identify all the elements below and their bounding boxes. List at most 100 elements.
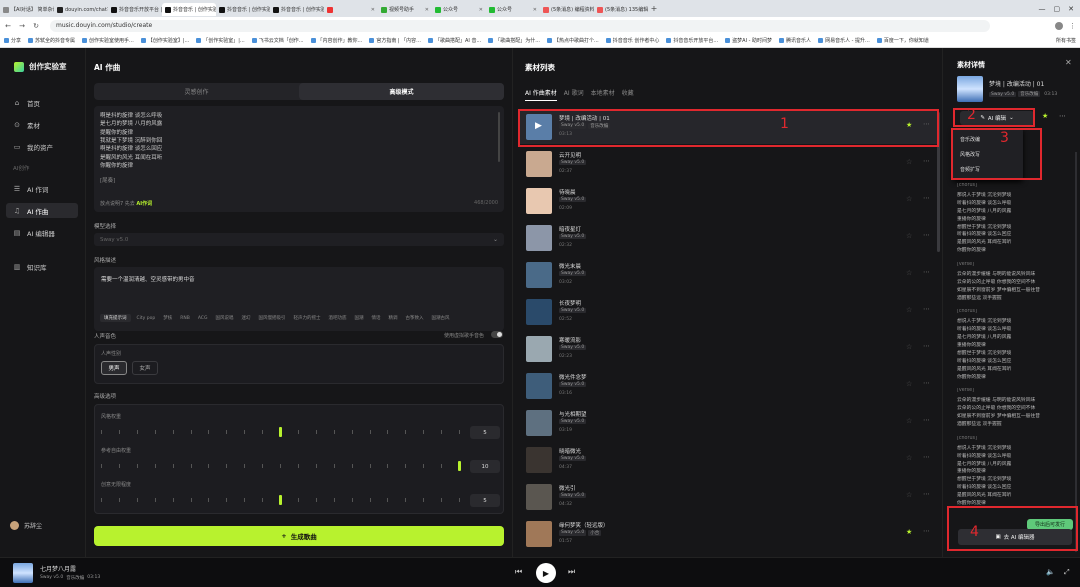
slider-value-input[interactable]: 10	[470, 460, 500, 473]
next-icon[interactable]: ⏭	[568, 567, 575, 577]
favorite-star-icon[interactable]: ☆	[906, 195, 912, 203]
bookmark-item[interactable]: 网易音乐人 - 提升...	[818, 37, 870, 44]
material-row[interactable]: 长夜梦明 Sway v5.0 02:52 ☆ ⋯	[519, 296, 937, 329]
material-row[interactable]: 微光末晨 Sway v5.0 03:02 ☆ ⋯	[519, 259, 937, 292]
slider-track[interactable]	[101, 461, 461, 471]
favorite-star-icon[interactable]: ☆	[906, 158, 912, 166]
tab-close-icon[interactable]: ✕	[425, 7, 429, 13]
style-chip[interactable]: 迷幻	[239, 314, 252, 322]
sidebar-item-music-note[interactable]: ♫ AI 作曲	[6, 203, 78, 218]
new-tab-icon[interactable]: +	[648, 4, 660, 13]
browser-tab[interactable]: (5条消息) 编程资料-135✕	[540, 3, 594, 16]
slider-handle[interactable]	[458, 461, 461, 471]
favorite-star-icon[interactable]: ☆	[906, 232, 912, 240]
browser-tab[interactable]: 抖音音乐 | 创作实验✕	[270, 3, 324, 16]
style-chip[interactable]: 梦核	[161, 314, 174, 322]
all-bookmarks[interactable]: 所有书签	[1056, 37, 1076, 44]
material-row[interactable]: 云开见明 Sway v5.0 02:37 ☆ ⋯	[519, 148, 937, 181]
more-icon[interactable]: ⋯	[923, 490, 930, 498]
more-icon[interactable]: ⋯	[923, 268, 930, 276]
tab-material-1[interactable]: AI 歌词	[564, 88, 584, 101]
browser-tab[interactable]: 公众号 ✕	[486, 3, 540, 16]
more-icon[interactable]: ⋯	[923, 194, 930, 202]
female-voice-button[interactable]: 女声	[132, 361, 158, 375]
tab-close-icon[interactable]: ✕	[479, 7, 483, 13]
material-row[interactable]: 微光件念梦 Sway v5.0 03:16 ☆ ⋯	[519, 370, 937, 403]
style-chip[interactable]: 情话	[369, 314, 382, 322]
bookmark-item[interactable]: 【创作实验室】|...	[140, 37, 189, 44]
tab-inspiration[interactable]: 灵感创作	[94, 83, 299, 100]
bookmark-item[interactable]: 抖音音乐开放平台...	[666, 37, 718, 44]
bookmark-item[interactable]: 腾讯音乐人	[779, 37, 811, 44]
material-row[interactable]: 暗夜星灯 Sway v5.0 02:32 ☆ ⋯	[519, 222, 937, 255]
slider-track[interactable]	[101, 427, 460, 437]
style-chip[interactable]: City pop	[135, 315, 158, 322]
favorite-star-icon[interactable]: ★	[906, 121, 912, 129]
material-row[interactable]: 晓暗微光 Sway v5.0 04:37 ☆ ⋯	[519, 444, 937, 477]
tab-close-icon[interactable]: ✕	[371, 7, 375, 13]
user-profile[interactable]: 苏辞尘	[10, 521, 42, 530]
favorite-star-icon[interactable]: ★	[906, 528, 912, 536]
more-icon[interactable]: ⋯	[923, 453, 930, 461]
close-icon[interactable]: ✕	[1065, 58, 1072, 67]
materials-scrollbar[interactable]	[937, 112, 940, 252]
material-row[interactable]: 缘何梦笑（轻远版） Sway v5.0 小合 01:57 ★ ⋯	[519, 518, 937, 551]
bookmark-item[interactable]: 苏轼全的抖音专属	[28, 37, 75, 44]
bookmark-item[interactable]: 「歌曲搭配」AI 音...	[427, 37, 481, 44]
detail-scrollbar[interactable]	[1075, 152, 1077, 552]
favorite-star-icon[interactable]: ☆	[906, 380, 912, 388]
menu-item-music-adapt[interactable]: 音乐改编	[960, 136, 980, 143]
more-icon[interactable]: ⋯	[923, 342, 930, 350]
avatar-small[interactable]	[1055, 21, 1063, 30]
browser-tab[interactable]: (5条消息) 135编辑器✕	[594, 3, 648, 16]
play-button[interactable]: ▶	[536, 563, 556, 583]
tab-close-icon[interactable]: ✕	[533, 7, 537, 13]
more-icon[interactable]: ⋯	[1059, 112, 1066, 120]
bookmark-item[interactable]: 创作实验室使用手...	[82, 37, 134, 44]
more-icon[interactable]: ⋯	[923, 527, 930, 535]
sidebar-item-material[interactable]: ⊙ 素材	[6, 117, 78, 132]
style-chip[interactable]: ACG	[196, 315, 210, 322]
more-icon[interactable]: ⋯	[923, 157, 930, 165]
browser-tab[interactable]: 公众号 ✕	[432, 3, 486, 16]
slider-track[interactable]	[101, 495, 460, 505]
style-chip[interactable]: 古筝致入	[403, 314, 425, 322]
tab-material-2[interactable]: 本地素材	[591, 88, 615, 101]
favorite-star-icon[interactable]: ☆	[906, 491, 912, 499]
virtual-singer-toggle[interactable]	[491, 331, 503, 338]
minimize-icon[interactable]: —	[1039, 5, 1046, 13]
style-chip[interactable]: 国潮古风	[429, 314, 451, 322]
material-row[interactable]: 微光引 Sway v5.0 04:32 ☆ ⋯	[519, 481, 937, 514]
slider-handle[interactable]	[279, 427, 282, 437]
browser-tab[interactable]: douyin.com/chat?isP✕	[54, 3, 108, 16]
lyrics-textarea[interactable]: [尾奏] 放点说明7 先去 AI作词 468/2000 啊是抖的旋律 谈怎么呼吸…	[94, 106, 504, 212]
volume-icon[interactable]: 🔈	[1046, 568, 1055, 576]
material-row[interactable]: 与光相期望 Sway v5.0 03:19 ☆ ⋯	[519, 407, 937, 440]
tab-material-0[interactable]: AI 作曲素材	[525, 88, 557, 101]
bookmark-item[interactable]: 盗梦AI - 助时间梦	[725, 37, 772, 44]
style-chip[interactable]: 酒吧功底	[326, 314, 348, 322]
favorite-star-icon[interactable]: ☆	[906, 454, 912, 462]
more-icon[interactable]: ⋯	[923, 120, 930, 128]
style-chip[interactable]: 国风说唱	[213, 314, 235, 322]
favorite-star-icon[interactable]: ☆	[906, 306, 912, 314]
material-row[interactable]: ▶ 梦境 | 改编活动 | 01 Sway v5.0 音乐改编 03:13 ★ ⋯	[519, 111, 937, 144]
bookmark-item[interactable]: 分享	[4, 37, 21, 44]
more-icon[interactable]: ⋯	[923, 379, 930, 387]
reload-icon[interactable]: ↻	[32, 22, 40, 30]
style-chip[interactable]: 国风慢摇吸引	[256, 314, 287, 322]
browser-tab[interactable]: 抖音音乐 | 创作实验室✕	[162, 3, 216, 16]
generate-button[interactable]: + 生成歌曲	[94, 526, 504, 546]
menu-item-style-rewrite[interactable]: 风格改写	[960, 151, 980, 158]
slider-value-input[interactable]: 5	[470, 426, 500, 439]
menu-dots-icon[interactable]: ⋮	[1069, 22, 1076, 30]
more-icon[interactable]: ⋯	[923, 231, 930, 239]
lyrics-scrollbar[interactable]	[498, 112, 500, 162]
sidebar-item-lyric[interactable]: ☰ AI 作词	[6, 181, 78, 196]
menu-item-audio-extend[interactable]: 音频扩写	[960, 166, 980, 173]
bookmark-item[interactable]: 百度一下，你就知道	[876, 37, 929, 44]
style-chip[interactable]: 精调	[386, 314, 399, 322]
logo[interactable]: 创作实验室	[14, 61, 67, 72]
browser-tab[interactable]: 抖音音乐开放平台 | 看✕	[108, 3, 162, 16]
back-icon[interactable]: ←	[4, 22, 12, 30]
